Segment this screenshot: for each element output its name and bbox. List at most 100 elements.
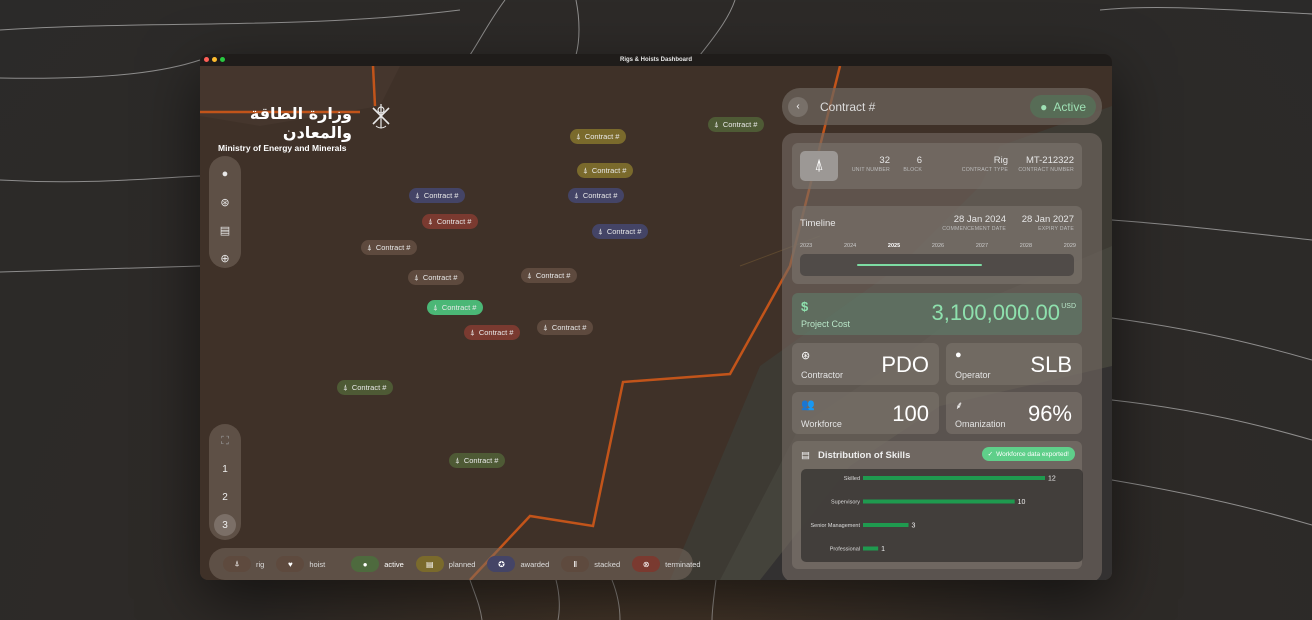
contractor-card: ⊛ Contractor PDO	[792, 343, 939, 385]
dollar-icon: $	[801, 299, 809, 314]
map-legend: ⍋ rig ♥ hoist ● active ▤ planned ✪ awarded Ⅱs…	[209, 548, 701, 580]
legend-active[interactable]: ● active	[351, 556, 404, 572]
detail-body: ⍋ 32 UNIT NUMBER 6 BLOCK Rig CONTRACT TYPE …	[782, 133, 1102, 580]
workforce-card: 👥 Workforce 100	[792, 392, 939, 434]
project-cost-value: 3,100,000.00	[931, 300, 1060, 325]
rig-icon: ⍋	[583, 165, 588, 175]
contract-duration-bar	[856, 264, 982, 266]
contract-pin[interactable]: ⍋ Contract #	[570, 129, 627, 144]
drop-icon[interactable]: ●	[215, 164, 235, 184]
contract-pin[interactable]: ⍋ Contract #	[337, 380, 394, 395]
timeline-track[interactable]	[800, 254, 1074, 276]
contract-pin-selected[interactable]: ⍋ Contract #	[427, 300, 484, 315]
rig-icon: ⍋	[367, 242, 372, 252]
calendar-icon: ▤	[415, 556, 444, 572]
ministry-logo: وزارة الطاقة والمعادن Ministry of Energy…	[218, 104, 352, 153]
skill-value-label: 3	[912, 523, 916, 530]
detail-header: ‹ Contract # ● Active	[782, 88, 1102, 125]
drop-icon: ●	[1040, 99, 1048, 114]
calendar-icon[interactable]: ▤	[215, 220, 235, 240]
timeline-label: Timeline	[800, 218, 836, 229]
rig-icon: ⍋	[527, 270, 532, 280]
skill-category-label: Supervisory	[831, 500, 860, 506]
skills-bar-chart: Skilled 12 Supervisory 10 Senior Management 3…	[801, 469, 1083, 562]
rig-icon: ⍋	[415, 190, 420, 200]
award-icon: ✪	[487, 556, 516, 572]
x-circle-icon: ⊗	[632, 556, 661, 572]
rig-icon: ⍋	[543, 322, 548, 332]
legend-terminated[interactable]: ⊗ terminated	[632, 556, 701, 572]
skill-value-label: 12	[1048, 476, 1056, 483]
contract-pin[interactable]: ⍋ Contract #	[422, 214, 479, 229]
back-button[interactable]: ‹	[788, 96, 808, 117]
contract-pin[interactable]: ⍋ Contract #	[408, 270, 465, 285]
contract-pin[interactable]: ⍋ Contract #	[409, 188, 466, 203]
gauge-icon: ⊛	[801, 350, 811, 362]
skill-category-label: Senior Management	[810, 523, 860, 529]
rig-icon: ⍋	[428, 216, 433, 226]
rig-icon: ⍋	[455, 455, 460, 465]
skill-bar	[863, 476, 1045, 480]
detail-title: Contract #	[820, 99, 876, 114]
close-window-button[interactable]	[204, 57, 209, 62]
skill-category-label: Skilled	[844, 476, 860, 482]
contract-pin[interactable]: ⍋ Contract #	[577, 163, 634, 178]
rig-icon: ⍋	[714, 119, 719, 129]
pause-icon: Ⅱ	[561, 556, 590, 572]
skill-bar	[863, 499, 1015, 504]
unit-number-value: 32	[879, 155, 890, 166]
skill-value-label: 1	[881, 546, 885, 553]
contract-type-value: Rig	[993, 155, 1008, 166]
rig-icon: ⍋	[576, 131, 581, 141]
legend-stacked[interactable]: Ⅱstacked	[561, 556, 620, 572]
contract-pin[interactable]: ⍋ Contract #	[568, 188, 625, 203]
map-view[interactable]: وزارة الطاقة والمعادن Ministry of Energy…	[200, 66, 1112, 580]
window-title: Rigs & Hoists Dashboard	[619, 57, 692, 63]
legend-rig[interactable]: ⍋ rig	[223, 556, 264, 572]
rig-icon: ⍋	[470, 327, 475, 337]
skill-bar	[863, 546, 879, 551]
skill-bar	[863, 523, 909, 527]
check-circle-icon: ✓	[987, 451, 994, 458]
contract-pin[interactable]: ⍋ Contract #	[361, 240, 418, 255]
maximize-window-button[interactable]	[220, 57, 225, 62]
map-tools-panel: ● ⊛ ▤ ⊕	[209, 156, 241, 268]
operator-value: SLB	[1030, 352, 1072, 377]
window-controls	[204, 57, 225, 62]
contract-pin[interactable]: ⍋ Contract #	[521, 268, 578, 283]
minimize-window-button[interactable]	[212, 57, 217, 62]
title-bar: Rigs & Hoists Dashboard	[200, 54, 1112, 66]
omanization-value: 96%	[1027, 401, 1072, 426]
omanization-card: ⸙ Omanization 96%	[946, 392, 1082, 434]
contractor-value: PDO	[881, 352, 929, 377]
contract-detail-panel: ‹ Contract # ● Active ⍋ 32 UNIT NUMBER 6 BL…	[782, 88, 1102, 580]
fit-view-icon[interactable]: ⛶	[214, 430, 236, 452]
page-3-button[interactable]: 3	[214, 514, 236, 536]
national-emblem-icon	[372, 104, 390, 129]
layer-pager: ⛶ 1 2 3	[209, 424, 241, 540]
contract-pin[interactable]: ⍋ Contract #	[537, 320, 594, 335]
workforce-value: 100	[892, 401, 929, 426]
contract-info-card: ⍋ 32 UNIT NUMBER 6 BLOCK Rig CONTRACT TYPE …	[792, 143, 1082, 189]
document-icon: ▤	[801, 450, 810, 461]
contract-pin[interactable]: ⍋ Contract #	[592, 224, 649, 239]
export-status-badge: ✓ Workforce data exported!	[981, 447, 1075, 461]
skills-distribution-card: ▤ Distribution of Skills ✓ Workforce data …	[792, 441, 1083, 569]
rig-icon: ⍋	[800, 151, 838, 181]
contract-pin[interactable]: ⍋ Contract #	[708, 117, 765, 132]
contract-pin[interactable]: ⍋ Contract #	[464, 325, 521, 340]
zoom-icon[interactable]: ⊕	[215, 248, 235, 268]
expiry-date: 28 Jan 2027	[1021, 214, 1074, 225]
legend-hoist[interactable]: ♥ hoist	[276, 556, 325, 572]
skill-value-label: 10	[1018, 499, 1026, 506]
khanjar-icon: ⸙	[955, 400, 964, 412]
page-1-button[interactable]: 1	[214, 458, 236, 480]
page-2-button[interactable]: 2	[214, 486, 236, 508]
rig-icon: ⍋	[343, 382, 348, 392]
legend-awarded[interactable]: ✪ awarded	[487, 556, 549, 572]
app-window: Rigs & Hoists Dashboard وزارة الطاقة وال…	[200, 54, 1112, 580]
legend-planned[interactable]: ▤ planned	[415, 556, 475, 572]
gauge-icon[interactable]: ⊛	[215, 192, 235, 212]
timeline-card: Timeline 28 Jan 2024 COMMENCEMENT DATE 28…	[792, 206, 1082, 284]
contract-pin[interactable]: ⍋ Contract #	[449, 453, 506, 468]
